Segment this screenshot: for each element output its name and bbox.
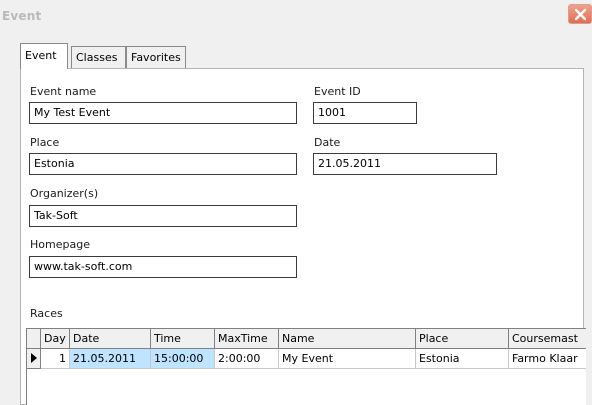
cell-day[interactable]: 1 xyxy=(41,349,70,369)
column-header-date[interactable]: Date xyxy=(70,329,151,349)
column-header-time[interactable]: Time xyxy=(151,329,215,349)
event-window: Event Event Classes Favorites Event name… xyxy=(0,0,592,405)
close-icon xyxy=(574,8,587,21)
column-header-maxtime[interactable]: MaxTime xyxy=(215,329,279,349)
homepage-label: Homepage xyxy=(30,238,90,251)
tab-event[interactable]: Event xyxy=(20,43,68,69)
organizer-field[interactable]: Tak-Soft xyxy=(29,205,297,227)
cell-place[interactable]: Estonia xyxy=(416,349,509,369)
event-name-field[interactable]: My Test Event xyxy=(29,102,297,124)
event-id-field[interactable]: 1001 xyxy=(313,102,417,124)
cell-time[interactable]: 15:00:00 xyxy=(151,349,215,369)
tab-favorites[interactable]: Favorites xyxy=(126,46,186,68)
races-label: Races xyxy=(30,307,63,320)
organizer-label: Organizer(s) xyxy=(30,187,99,200)
cell-maxtime[interactable]: 2:00:00 xyxy=(215,349,279,369)
window-title: Event xyxy=(2,9,42,23)
column-header-coursemaster[interactable]: Coursemast xyxy=(509,329,586,349)
homepage-field[interactable]: www.tak-soft.com xyxy=(29,256,297,278)
row-indicator[interactable] xyxy=(27,349,41,369)
event-name-label: Event name xyxy=(30,85,97,98)
place-label: Place xyxy=(30,136,60,149)
cell-date[interactable]: 21.05.2011 xyxy=(70,349,151,369)
close-button[interactable] xyxy=(568,4,592,24)
races-grid[interactable]: Day Date Time MaxTime Name Place Coursem… xyxy=(26,328,586,405)
cell-coursemaster[interactable]: Farmo Klaar xyxy=(509,349,586,369)
tab-classes[interactable]: Classes xyxy=(71,46,126,68)
column-header-name[interactable]: Name xyxy=(279,329,416,349)
column-header-day[interactable]: Day xyxy=(41,329,70,349)
column-header-place[interactable]: Place xyxy=(416,329,509,349)
date-label: Date xyxy=(314,136,341,149)
grid-corner xyxy=(27,329,41,349)
current-row-indicator-icon xyxy=(31,353,37,363)
cell-name[interactable]: My Event xyxy=(279,349,416,369)
place-field[interactable]: Estonia xyxy=(29,153,297,175)
title-bar: Event xyxy=(0,0,592,28)
event-id-label: Event ID xyxy=(314,85,361,98)
date-field[interactable]: 21.05.2011 xyxy=(313,153,497,175)
